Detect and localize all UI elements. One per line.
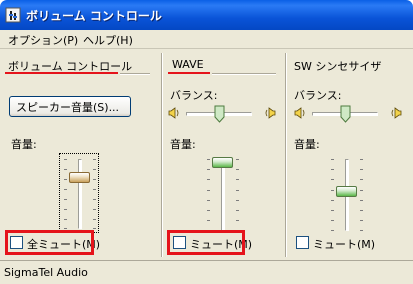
menu-bar: オプション(P) ヘルプ(H) — [0, 30, 413, 49]
sw-synth-balance-slider-thumb[interactable] — [340, 105, 351, 123]
mixer-panel: ボリューム コントロール スピーカー音量(S)... 音量: 全ミュート(M) … — [0, 49, 413, 260]
wave-volume-ticks — [207, 159, 210, 231]
status-text: SigmaTel Audio — [4, 266, 88, 279]
status-bar: SigmaTel Audio — [0, 260, 413, 284]
sw-synth-mute-label: ミュート(M) — [313, 238, 376, 251]
wave-title: WAVE — [172, 58, 204, 71]
wave-title-highlight — [168, 72, 210, 74]
master-volume-slider-thumb[interactable] — [69, 172, 90, 183]
wave-divider — [212, 73, 276, 75]
speaker-right-icon — [391, 107, 402, 119]
sw-synth-mute-checkbox[interactable]: ミュート(M) — [296, 235, 376, 251]
menu-help[interactable]: ヘルプ(H) — [83, 32, 133, 48]
sw-synth-volume-label: 音量: — [294, 138, 320, 151]
sw-synth-mute-box[interactable] — [296, 236, 309, 249]
sw-synth-column: SW シンセサイザ バランス: 音量: ミュート(M) — [288, 49, 413, 260]
wave-balance-slider-thumb[interactable] — [214, 105, 225, 123]
title-bar[interactable]: ボリューム コントロール — [0, 0, 413, 30]
sw-synth-balance-label: バランス: — [294, 89, 342, 102]
speaker-volume-button[interactable]: スピーカー音量(S)... — [9, 96, 131, 117]
column-separator — [161, 53, 163, 257]
menu-options[interactable]: オプション(P) — [8, 32, 78, 48]
master-volume-label: 音量: — [11, 138, 37, 151]
sw-synth-volume-ticks-right — [360, 159, 363, 231]
master-volume-ticks — [64, 159, 67, 229]
wave-volume-label: 音量: — [170, 138, 196, 151]
sw-synth-title: SW シンセサイザ — [294, 60, 382, 73]
wave-balance-label: バランス: — [170, 89, 218, 102]
master-divider — [120, 73, 150, 75]
sw-synth-volume-ticks — [331, 159, 334, 231]
speaker-left-icon — [294, 107, 305, 119]
master-volume-track[interactable] — [78, 159, 82, 229]
master-mute-highlight — [5, 230, 94, 255]
wave-volume-ticks-right — [236, 159, 239, 231]
wave-mute-highlight — [167, 230, 245, 255]
speaker-right-icon — [265, 107, 276, 119]
wave-volume-slider-thumb[interactable] — [212, 157, 233, 168]
master-column: ボリューム コントロール スピーカー音量(S)... 音量: 全ミュート(M) — [0, 49, 161, 260]
wave-volume-track[interactable] — [221, 159, 225, 231]
sw-synth-volume-slider-thumb[interactable] — [336, 186, 357, 197]
app-icon — [5, 7, 21, 23]
speaker-left-icon — [168, 107, 179, 119]
window-title: ボリューム コントロール — [26, 9, 162, 23]
master-title-highlight — [5, 72, 118, 74]
master-volume-ticks-right — [93, 159, 96, 229]
column-separator — [285, 53, 287, 257]
wave-column: WAVE バランス: 音量: ミュート(M) — [164, 49, 284, 260]
